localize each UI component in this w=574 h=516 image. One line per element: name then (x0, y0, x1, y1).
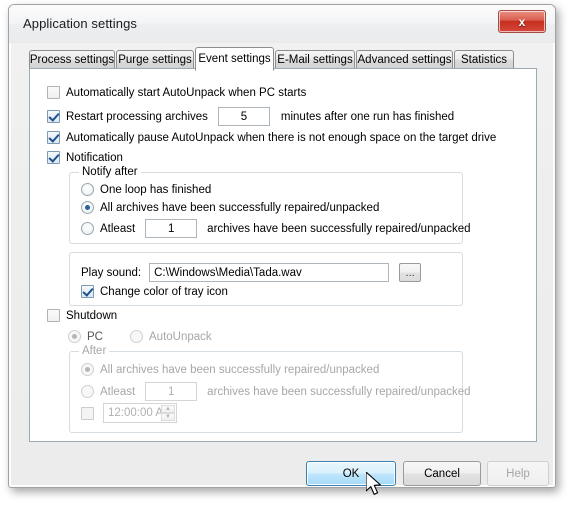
tab-event-settings[interactable]: Event settings (195, 47, 274, 71)
shutdown-after-all-label: All archives have been successfully repa… (100, 363, 380, 376)
notify-atleast-suffix: archives have been successfully repaired… (207, 222, 471, 235)
notification-row[interactable]: Notification (47, 151, 123, 164)
close-icon: x (518, 14, 526, 29)
notify-after-group-title: Notify after (79, 166, 141, 178)
shutdown-time-arrows[interactable]: ▲ ▼ (161, 405, 175, 421)
help-button: Help (487, 461, 549, 486)
shutdown-checkbox[interactable] (47, 309, 60, 322)
notify-one-loop-label: One loop has finished (100, 183, 212, 196)
shutdown-pc-label: PC (87, 330, 103, 343)
autostart-row[interactable]: Automatically start AutoUnpack when PC s… (47, 86, 306, 99)
shutdown-after-group-title: After (79, 345, 110, 357)
shutdown-after-option-atleast[interactable]: Atleast 1 archives have been successfull… (81, 382, 471, 401)
autopause-row[interactable]: Automatically pause AutoUnpack when ther… (47, 131, 496, 144)
shutdown-after-group: After All archives have been successfull… (69, 345, 471, 433)
notify-atleast-input[interactable]: 1 (145, 219, 198, 238)
restart-label-after: minutes after one run has finished (280, 110, 455, 123)
autostart-label: Automatically start AutoUnpack when PC s… (66, 86, 307, 99)
shutdown-time-value: 12:00:00 A (108, 407, 163, 419)
window-title: Application settings (23, 16, 138, 31)
tab-email-settings[interactable]: E-Mail settings (275, 50, 355, 69)
notify-option-atleast[interactable]: Atleast 1 archives have been successfull… (81, 219, 471, 238)
restart-label-before: Restart processing archives (66, 110, 208, 123)
shutdown-target-pc[interactable]: PC (68, 330, 103, 343)
restart-minutes-input[interactable]: 5 (217, 107, 270, 126)
tray-icon-checkbox[interactable] (81, 285, 94, 298)
title-bar[interactable]: Application settings x (9, 5, 555, 43)
autopause-label: Automatically pause AutoUnpack when ther… (66, 131, 497, 144)
notify-option-one-loop[interactable]: One loop has finished (81, 183, 211, 196)
notify-one-loop-radio[interactable] (81, 183, 94, 196)
tab-statistics[interactable]: Statistics (454, 50, 514, 69)
restart-row[interactable]: Restart processing archives 5 minutes af… (47, 107, 454, 126)
shutdown-autounpack-label: AutoUnpack (149, 330, 212, 343)
close-button[interactable]: x (498, 10, 546, 33)
sound-path-input[interactable]: C:\Windows\Media\Tada.wav (149, 263, 390, 282)
tab-process-settings[interactable]: Process settings (29, 50, 115, 69)
notify-atleast-label: Atleast (100, 222, 136, 235)
tab-advanced-settings[interactable]: Advanced settings (356, 50, 453, 69)
shutdown-label: Shutdown (66, 309, 118, 322)
sound-group: Play sound: C:\Windows\Media\Tada.wav ..… (69, 252, 463, 306)
shutdown-time-checkbox[interactable] (81, 406, 94, 420)
tab-strip: Process settings Purge settings Event se… (29, 47, 537, 71)
autopause-checkbox[interactable] (47, 131, 60, 144)
shutdown-after-atleast-suffix: archives have been successfully repaired… (207, 385, 471, 398)
chevron-up-icon[interactable]: ▲ (161, 405, 175, 413)
shutdown-autounpack-radio[interactable] (130, 330, 143, 343)
shutdown-target-autounpack[interactable]: AutoUnpack (130, 330, 212, 343)
shutdown-after-atleast-input[interactable]: 1 (145, 382, 198, 401)
shutdown-time-row[interactable]: 12:00:00 A ▲ ▼ (81, 403, 177, 423)
notify-option-all-archives[interactable]: All archives have been successfully repa… (81, 201, 379, 214)
cancel-button[interactable]: Cancel (403, 461, 481, 486)
shutdown-after-all-radio[interactable] (81, 363, 94, 376)
restart-checkbox[interactable] (47, 110, 60, 123)
ok-button[interactable]: OK (306, 461, 396, 486)
shutdown-time-spinner[interactable]: 12:00:00 A ▲ ▼ (103, 403, 177, 423)
tab-purge-settings[interactable]: Purge settings (116, 50, 194, 69)
event-settings-panel: Automatically start AutoUnpack when PC s… (29, 68, 537, 442)
sound-browse-button[interactable]: ... (399, 263, 422, 282)
shutdown-row[interactable]: Shutdown (47, 309, 117, 322)
chevron-down-icon[interactable]: ▼ (161, 413, 175, 421)
application-settings-dialog: Application settings x Process settings … (8, 4, 556, 488)
shutdown-after-atleast-label: Atleast (100, 385, 136, 398)
sound-row: Play sound: C:\Windows\Media\Tada.wav ..… (81, 263, 422, 282)
notify-all-archives-radio[interactable] (81, 201, 94, 214)
autostart-checkbox[interactable] (47, 86, 60, 99)
notification-checkbox[interactable] (47, 151, 60, 164)
notify-all-archives-label: All archives have been successfully repa… (100, 201, 380, 214)
tray-icon-label: Change color of tray icon (100, 285, 228, 298)
notify-atleast-radio[interactable] (81, 222, 94, 235)
tray-icon-row[interactable]: Change color of tray icon (81, 285, 228, 298)
shutdown-pc-radio[interactable] (68, 330, 81, 343)
notification-label: Notification (66, 151, 123, 164)
shutdown-after-option-all[interactable]: All archives have been successfully repa… (81, 363, 379, 376)
notify-after-group: Notify after One loop has finished All a… (69, 166, 471, 244)
shutdown-after-atleast-radio[interactable] (81, 385, 94, 398)
sound-label: Play sound: (81, 266, 142, 279)
